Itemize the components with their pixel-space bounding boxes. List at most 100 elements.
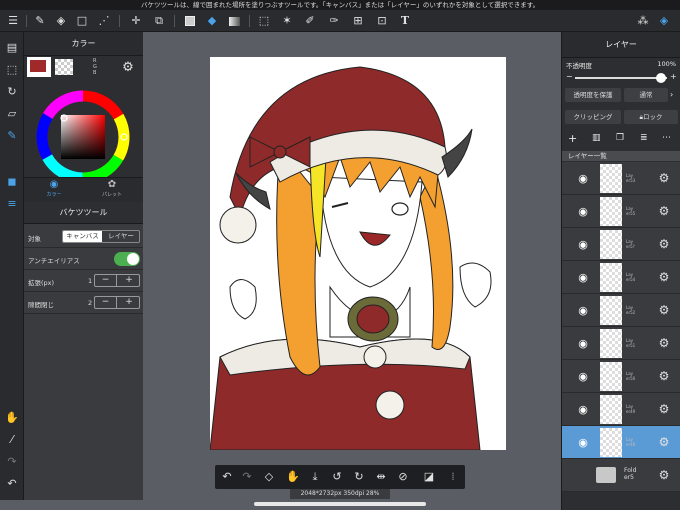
artwork-canvas[interactable] xyxy=(210,57,506,450)
protect-alpha-button[interactable]: 透明度を保護 xyxy=(565,88,621,102)
sub-color-swatch[interactable] xyxy=(55,59,73,75)
gradient-icon[interactable] xyxy=(226,13,242,29)
layer-settings-gear-icon[interactable]: ⚙ xyxy=(657,204,671,218)
visibility-eye-icon[interactable]: ◉ xyxy=(576,172,590,185)
hand-icon[interactable]: ✋ xyxy=(285,469,301,485)
eyedropper-icon[interactable]: ⁄ xyxy=(4,432,20,448)
visibility-eye-icon[interactable]: ◉ xyxy=(576,370,590,383)
edit-icon[interactable]: ◪ xyxy=(421,469,437,485)
layer-settings-gear-icon[interactable]: ⚙ xyxy=(657,402,671,416)
main-color-swatch[interactable] xyxy=(27,57,51,77)
antialias-toggle[interactable] xyxy=(114,252,140,266)
transform-select-icon[interactable]: ⊞ xyxy=(350,13,366,29)
fill-color-icon[interactable] xyxy=(182,13,198,29)
layer-settings-gear-icon[interactable]: ⚙ xyxy=(657,435,671,449)
opacity-plus-button[interactable]: + xyxy=(670,72,677,81)
layer-row[interactable]: ◉ Lay er55 ⚙ xyxy=(562,195,680,228)
visibility-eye-icon[interactable]: ◉ xyxy=(576,403,590,416)
visibility-eye-icon[interactable]: ◉ xyxy=(576,304,590,317)
transform-icon[interactable]: ⧉ xyxy=(151,13,167,29)
select-pen-icon[interactable]: ✐ xyxy=(302,13,318,29)
redo-icon[interactable]: ↷ xyxy=(239,469,255,485)
undo-icon[interactable]: ↶ xyxy=(219,469,235,485)
layer-settings-gear-icon[interactable]: ⚙ xyxy=(657,237,671,251)
more-icon[interactable]: ⋯ xyxy=(662,133,671,143)
tool-properties-toggle-icon[interactable]: ≡ xyxy=(4,196,20,212)
flip-icon[interactable]: ⇹ xyxy=(373,469,389,485)
magic-wand-icon[interactable]: ✶ xyxy=(279,13,295,29)
target-layer-option[interactable]: レイヤー xyxy=(102,231,139,242)
visibility-eye-icon[interactable]: ◉ xyxy=(576,238,590,251)
undo-icon[interactable]: ↶ xyxy=(4,476,20,492)
eraser-icon[interactable]: ◈ xyxy=(53,13,69,29)
hand-icon[interactable]: ✋ xyxy=(4,410,20,426)
layer-settings-gear-icon[interactable]: ⚙ xyxy=(657,270,671,284)
add-layer-icon[interactable]: + xyxy=(568,132,577,145)
layer-row[interactable]: ◉ Lay er54 ⚙ xyxy=(562,261,680,294)
layer-settings-gear-icon[interactable]: ⚙ xyxy=(657,303,671,317)
reset-rotation-icon[interactable]: ⊘ xyxy=(395,469,411,485)
opacity-minus-button[interactable]: − xyxy=(566,72,573,81)
layer-row[interactable]: ◉ Lay er49 ⚙ xyxy=(562,393,680,426)
layers-icon[interactable]: ◈ xyxy=(656,13,672,29)
expand-plus-button[interactable]: + xyxy=(118,275,140,286)
transform-icon[interactable]: ◇ xyxy=(261,469,277,485)
expand-minus-button[interactable]: − xyxy=(95,275,117,286)
canvas-fit-icon[interactable]: ⤓ xyxy=(307,469,323,485)
select-rect-icon[interactable]: ⬚ xyxy=(256,13,272,29)
brush-icon[interactable]: ✎ xyxy=(32,13,48,29)
visibility-eye-icon[interactable]: ◉ xyxy=(576,271,590,284)
rotate-right-icon[interactable]: ↻ xyxy=(351,469,367,485)
more-grid-icon[interactable]: ⁞ xyxy=(445,469,461,485)
folder-settings-gear-icon[interactable]: ⚙ xyxy=(657,468,671,482)
select-pen-icon[interactable]: ⋰ xyxy=(96,13,112,29)
duplicate-layer-icon[interactable]: ❐ xyxy=(616,133,624,143)
chevron-right-icon[interactable]: › xyxy=(670,88,673,102)
layer-row[interactable]: ◉ Lay er48 ⚙ xyxy=(562,426,680,459)
rotate-left-icon[interactable]: ↺ xyxy=(329,469,345,485)
folder-row[interactable]: Fold er5 ⚙ xyxy=(562,459,680,492)
text-icon[interactable]: T xyxy=(397,13,413,29)
ruler-icon[interactable]: ▱ xyxy=(4,106,20,122)
tab-palette[interactable]: ✿ パレット xyxy=(92,179,132,198)
gap-minus-button[interactable]: − xyxy=(95,297,117,308)
materials-icon[interactable]: ⁂ xyxy=(635,13,651,29)
blend-mode-button[interactable]: 通常 xyxy=(624,88,668,102)
gap-plus-button[interactable]: + xyxy=(118,297,140,308)
clipping-button[interactable]: クリッピング xyxy=(565,110,621,124)
bucket-icon[interactable]: ◆ xyxy=(204,13,220,29)
visibility-eye-icon[interactable]: ◉ xyxy=(576,205,590,218)
layer-meta-label: Lay er51 xyxy=(626,338,636,348)
layer-row[interactable]: ◉ Lay er52 ⚙ xyxy=(562,294,680,327)
selection-icon[interactable]: ⬚ xyxy=(4,62,20,78)
layer-list-icon[interactable]: ≣ xyxy=(640,133,648,143)
layer-row[interactable]: ◉ Lay er50 ⚙ xyxy=(562,360,680,393)
visibility-eye-icon[interactable]: ◉ xyxy=(576,337,590,350)
color-panel-toggle-icon[interactable]: ◼ xyxy=(4,174,20,190)
lock-button[interactable]: 🔒︎ロック xyxy=(624,110,678,124)
pages-icon[interactable]: ▤ xyxy=(4,40,20,56)
target-canvas-option[interactable]: キャンバス xyxy=(63,231,102,242)
redo-icon[interactable]: ↷ xyxy=(4,454,20,470)
delete-layer-icon[interactable]: ▥ xyxy=(592,133,601,143)
color-settings-gear-icon[interactable]: ⚙ xyxy=(120,60,136,76)
visibility-eye-icon[interactable]: ◉ xyxy=(576,436,590,449)
gap-close-value: 2 xyxy=(88,299,93,307)
rotate-icon[interactable]: ↻ xyxy=(4,84,20,100)
select-eraser-icon[interactable]: ✑ xyxy=(326,13,342,29)
layer-settings-gear-icon[interactable]: ⚙ xyxy=(657,336,671,350)
layer-settings-gear-icon[interactable]: ⚙ xyxy=(657,369,671,383)
layer-row[interactable]: ◉ Lay er51 ⚙ xyxy=(562,327,680,360)
layer-row[interactable]: ◉ Lay er53 ⚙ xyxy=(562,162,680,195)
rectangle-icon[interactable]: □ xyxy=(74,13,90,29)
layer-row[interactable]: ◉ Lay er5? ⚙ xyxy=(562,228,680,261)
tab-color[interactable]: ◉ カラー xyxy=(34,179,74,198)
opacity-slider-handle[interactable] xyxy=(656,73,666,83)
opacity-slider[interactable] xyxy=(575,77,667,79)
layer-settings-gear-icon[interactable]: ⚙ xyxy=(657,171,671,185)
stabilizer-icon[interactable]: ✎ xyxy=(4,128,20,144)
move-icon[interactable]: ✛ xyxy=(128,13,144,29)
color-wheel[interactable] xyxy=(36,90,130,184)
select-move-icon[interactable]: ⊡ xyxy=(374,13,390,29)
menu-icon[interactable]: ☰ xyxy=(5,13,21,29)
